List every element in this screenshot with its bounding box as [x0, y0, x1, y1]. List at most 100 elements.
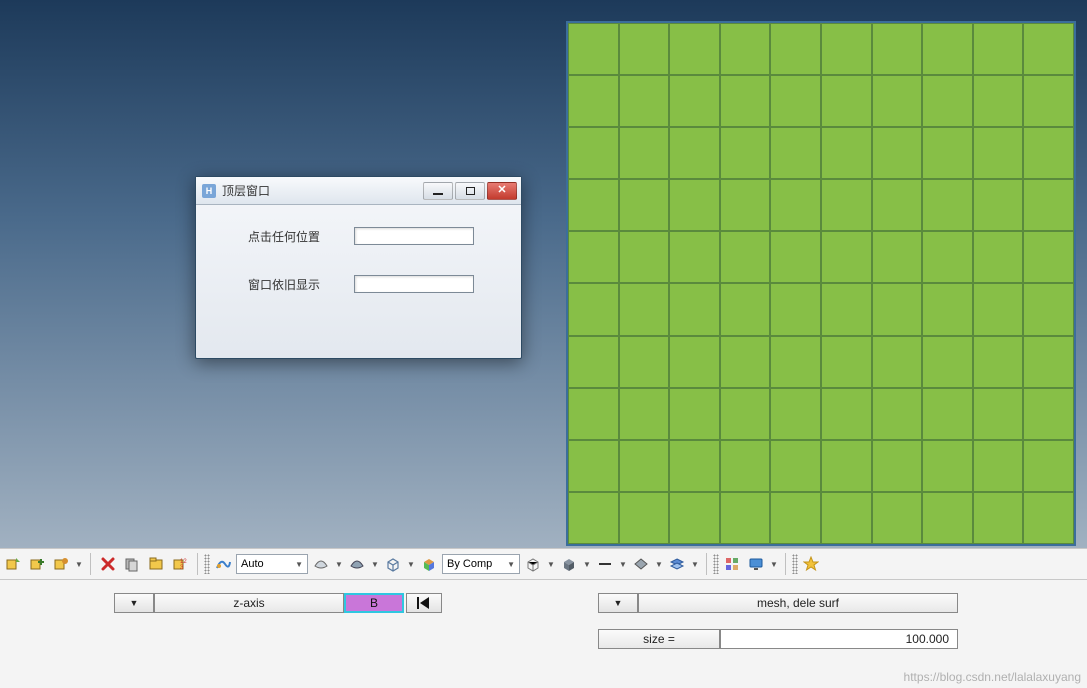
- mesh-cell[interactable]: [872, 127, 923, 179]
- mesh-cell[interactable]: [973, 440, 1024, 492]
- mesh-cell[interactable]: [619, 492, 670, 544]
- mesh-cell[interactable]: [821, 179, 872, 231]
- viewport-3d[interactable]: H 顶层窗口 ✕ 点击任何位置 窗口依旧显示: [0, 0, 1087, 548]
- mesh-cell[interactable]: [669, 23, 720, 75]
- mesh-cell[interactable]: [720, 336, 771, 388]
- dialog-titlebar[interactable]: H 顶层窗口 ✕: [196, 177, 521, 205]
- mesh-cell[interactable]: [821, 492, 872, 544]
- layers-button[interactable]: [666, 553, 688, 575]
- mesh-cell[interactable]: [619, 336, 670, 388]
- mesh-cell[interactable]: [922, 127, 973, 179]
- organize-button[interactable]: [145, 553, 167, 575]
- mesh-cell[interactable]: [1023, 127, 1074, 179]
- command-field[interactable]: mesh, dele surf: [638, 593, 958, 613]
- feature-dropdown[interactable]: ▼: [654, 560, 664, 569]
- mesh-cell[interactable]: [619, 388, 670, 440]
- mesh-cell[interactable]: [720, 127, 771, 179]
- mesh-cell[interactable]: [1023, 492, 1074, 544]
- mesh-cell[interactable]: [872, 75, 923, 127]
- mesh-cell[interactable]: [669, 179, 720, 231]
- solid-cube-button[interactable]: [558, 553, 580, 575]
- mesh-cell[interactable]: [872, 336, 923, 388]
- mesh-cell[interactable]: [568, 23, 619, 75]
- mesh-cell[interactable]: [720, 492, 771, 544]
- axis-field[interactable]: z-axis: [154, 593, 344, 613]
- mesh-cell[interactable]: [568, 127, 619, 179]
- mesh-cell[interactable]: [1023, 231, 1074, 283]
- mesh-cell[interactable]: [973, 388, 1024, 440]
- mesh-cell[interactable]: [1023, 179, 1074, 231]
- plane-prev-button[interactable]: [406, 593, 442, 613]
- mesh-cell[interactable]: [770, 336, 821, 388]
- mesh-cell[interactable]: [619, 23, 670, 75]
- shaded-button[interactable]: [310, 553, 332, 575]
- mesh-cell[interactable]: [872, 492, 923, 544]
- plane-tag[interactable]: B: [344, 593, 404, 613]
- solid-dropdown[interactable]: ▼: [582, 560, 592, 569]
- mesh-cell[interactable]: [1023, 388, 1074, 440]
- display-dropdown[interactable]: ▼: [769, 560, 779, 569]
- feature-lines-button[interactable]: [630, 553, 652, 575]
- mesh-cell[interactable]: [770, 440, 821, 492]
- mesh-cell[interactable]: [922, 75, 973, 127]
- mesh-cell[interactable]: [720, 23, 771, 75]
- mesh-cell[interactable]: [922, 23, 973, 75]
- mesh-cell[interactable]: [568, 283, 619, 335]
- mesh-cell[interactable]: [1023, 440, 1074, 492]
- mesh-cell[interactable]: [973, 127, 1024, 179]
- mesh-cell[interactable]: [872, 179, 923, 231]
- mesh-cell[interactable]: [669, 440, 720, 492]
- mesh-cell[interactable]: [568, 492, 619, 544]
- favorite-button[interactable]: [800, 553, 822, 575]
- shaded-mesh-button[interactable]: [346, 553, 368, 575]
- shaded-mesh-dropdown[interactable]: ▼: [370, 560, 380, 569]
- mesh-cell[interactable]: [1023, 336, 1074, 388]
- shaded-dropdown[interactable]: ▼: [334, 560, 344, 569]
- mesh-cell[interactable]: [568, 231, 619, 283]
- mesh-cell[interactable]: [922, 388, 973, 440]
- mesh-cell[interactable]: [821, 440, 872, 492]
- mesh-cell[interactable]: [770, 283, 821, 335]
- mesh-cell[interactable]: [973, 231, 1024, 283]
- edges-dropdown[interactable]: ▼: [618, 560, 628, 569]
- mesh-cell[interactable]: [669, 388, 720, 440]
- field2-input[interactable]: [354, 275, 474, 293]
- close-button[interactable]: ✕: [487, 182, 517, 200]
- mesh-cell[interactable]: [1023, 283, 1074, 335]
- layers-dropdown[interactable]: ▼: [690, 560, 700, 569]
- mesh-cell[interactable]: [922, 440, 973, 492]
- mesh-cell[interactable]: [770, 127, 821, 179]
- mesh-cell[interactable]: [1023, 75, 1074, 127]
- mesh-cell[interactable]: [973, 336, 1024, 388]
- mesh-cell[interactable]: [821, 127, 872, 179]
- size-value-field[interactable]: 100.000: [720, 629, 958, 649]
- mesh-grid[interactable]: [566, 21, 1076, 546]
- auto-select[interactable]: Auto ▼: [236, 554, 308, 574]
- bycomp-select[interactable]: By Comp ▼: [442, 554, 520, 574]
- axis-dropdown[interactable]: ▼: [114, 593, 154, 613]
- mesh-cell[interactable]: [770, 179, 821, 231]
- mesh-cell[interactable]: [568, 440, 619, 492]
- mesh-cell[interactable]: [720, 231, 771, 283]
- mesh-cell[interactable]: [568, 388, 619, 440]
- toolbar-grip-2[interactable]: [713, 554, 719, 574]
- minimize-button[interactable]: [423, 182, 453, 200]
- mesh-cell[interactable]: [973, 283, 1024, 335]
- mesh-cell[interactable]: [922, 492, 973, 544]
- mesh-cell[interactable]: [872, 23, 923, 75]
- mesh-cell[interactable]: [669, 127, 720, 179]
- import-dropdown[interactable]: ▼: [74, 560, 84, 569]
- transparent-dropdown[interactable]: ▼: [546, 560, 556, 569]
- transparent-cube-button[interactable]: [522, 553, 544, 575]
- mesh-cell[interactable]: [973, 492, 1024, 544]
- components-button[interactable]: [721, 553, 743, 575]
- mesh-cell[interactable]: [872, 440, 923, 492]
- import-solids-button[interactable]: [2, 553, 24, 575]
- mesh-cell[interactable]: [770, 388, 821, 440]
- wireframe-dropdown[interactable]: ▼: [406, 560, 416, 569]
- mesh-cell[interactable]: [872, 283, 923, 335]
- card-button[interactable]: [121, 553, 143, 575]
- mesh-cell[interactable]: [619, 283, 670, 335]
- command-dropdown[interactable]: ▼: [598, 593, 638, 613]
- wireframe-cube-button[interactable]: [382, 553, 404, 575]
